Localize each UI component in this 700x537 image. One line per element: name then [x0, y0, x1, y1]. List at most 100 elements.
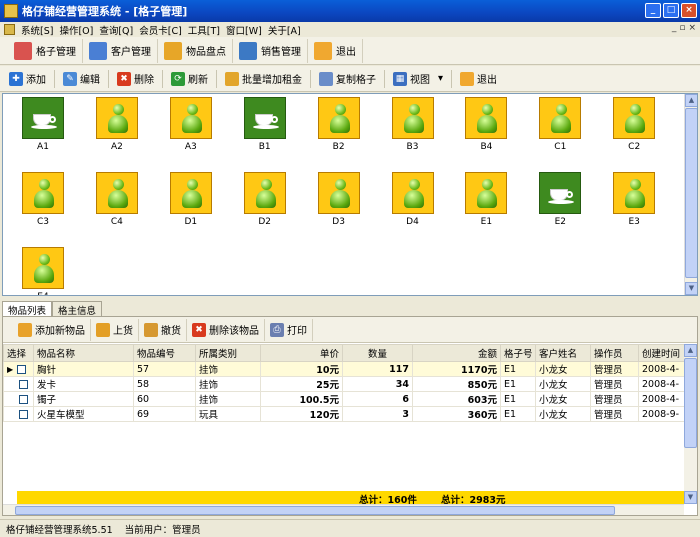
- slot-D3[interactable]: D3: [309, 172, 369, 234]
- column-header[interactable]: 数量: [342, 344, 413, 362]
- row-checkbox[interactable]: [19, 394, 28, 404]
- slot-B3[interactable]: B3: [383, 97, 443, 159]
- main-toolbar-button-3[interactable]: 销售管理: [233, 38, 308, 63]
- row-checkbox[interactable]: [17, 364, 27, 374]
- toolbar-label: 刷新: [188, 75, 208, 86]
- totals-row: 总计：160件 总计：2983元: [17, 491, 684, 506]
- item-toolbar-button-3[interactable]: ✖ 删除该物品: [187, 318, 265, 341]
- slot-C4[interactable]: C4: [87, 172, 147, 234]
- mdi-child-icon[interactable]: [4, 24, 15, 35]
- mdi-restore-button[interactable]: ▫: [679, 23, 685, 33]
- slot-B1[interactable]: B1: [235, 97, 295, 159]
- table-scroll-down[interactable]: ▼: [684, 491, 697, 504]
- column-header[interactable]: 格子号: [500, 344, 536, 362]
- table-scroll-thumb[interactable]: [684, 358, 697, 448]
- slot-A3[interactable]: A3: [161, 97, 221, 159]
- column-header[interactable]: 金额: [412, 344, 501, 362]
- main-toolbar-button-2[interactable]: 物品盘点: [158, 38, 233, 63]
- table-hscroll-thumb[interactable]: [15, 506, 615, 515]
- column-header[interactable]: 创建时间: [638, 344, 685, 362]
- toolbar-separator: [162, 69, 163, 88]
- table-cell: 挂饰: [195, 361, 261, 377]
- slot-C2[interactable]: C2: [604, 97, 664, 159]
- row-checkbox[interactable]: [19, 409, 28, 419]
- menu-item-2[interactable]: 查询[Q]: [96, 23, 136, 37]
- minimize-button[interactable]: _: [645, 3, 661, 18]
- table-row[interactable]: ▶ 胸针 57 挂饰 10元 117 1170元 E1 小龙女 管理员 2008-4-: [3, 361, 685, 377]
- slot-grid: ▲ ▼ A1 A2 A3 B1 B2 B3 B4 C1 C2 C3 C4 D1 D2 D3 D4 E1 E2 E3…: [2, 93, 698, 296]
- slot-C1[interactable]: C1: [530, 97, 590, 159]
- menu-item-0[interactable]: 系统[S]: [18, 23, 56, 37]
- column-header[interactable]: 单价: [260, 344, 343, 362]
- column-header[interactable]: 操作员: [590, 344, 639, 362]
- table-row[interactable]: 镯子 60 挂饰 100.5元 6 603元 E1 小龙女 管理员 2008-4-: [3, 391, 685, 407]
- column-header[interactable]: 选择: [3, 344, 34, 362]
- main-toolbar-button-0[interactable]: 格子管理: [8, 38, 83, 63]
- table-cell: 小龙女: [535, 391, 591, 407]
- close-button[interactable]: ×: [681, 3, 697, 18]
- mdi-minimize-button[interactable]: _: [672, 23, 677, 33]
- slot-A1[interactable]: A1: [13, 97, 73, 159]
- menu-item-5[interactable]: 窗口[W]: [223, 23, 265, 37]
- menu-item-6[interactable]: 关于[A]: [265, 23, 304, 37]
- slot-B4[interactable]: B4: [456, 97, 516, 159]
- grid-toolbar-button-0[interactable]: ✚ 添加: [4, 68, 51, 90]
- grid-icon: [14, 41, 32, 60]
- grid-toolbar-button-4[interactable]: 批量增加租金: [220, 68, 307, 90]
- view-dropdown-arrow[interactable]: ▾: [438, 73, 443, 84]
- item-toolbar-button-4[interactable]: ⎙ 打印: [265, 318, 313, 341]
- table-scroll-up[interactable]: ▲: [684, 344, 697, 357]
- tab-owner-info[interactable]: 格主信息: [52, 301, 103, 317]
- grid-toolbar-button-1[interactable]: ✎ 编辑: [58, 68, 105, 90]
- tab-item-list[interactable]: 物品列表: [2, 301, 53, 317]
- slot-label: B3: [406, 142, 419, 152]
- table-row[interactable]: 火星车模型 69 玩具 120元 3 360元 E1 小龙女 管理员 2008-9-: [3, 406, 685, 422]
- column-header[interactable]: 物品编号: [133, 344, 196, 362]
- menu-item-3[interactable]: 会员卡[C]: [136, 23, 185, 37]
- person-icon: [22, 172, 64, 214]
- slot-E3[interactable]: E3: [604, 172, 664, 234]
- grid-toolbar-button-5[interactable]: 复制格子: [314, 68, 381, 90]
- column-header[interactable]: 客户姓名: [535, 344, 591, 362]
- row-checkbox[interactable]: [19, 379, 28, 389]
- slot-grid-scrollbar[interactable]: ▲ ▼: [684, 94, 697, 295]
- slot-C3[interactable]: C3: [13, 172, 73, 234]
- menu-item-4[interactable]: 工具[T]: [185, 23, 223, 37]
- person-icon: [169, 172, 212, 214]
- main-toolbar-button-1[interactable]: 客户管理: [83, 38, 158, 63]
- toolbar-label: 打印: [287, 326, 307, 337]
- maximize-button[interactable]: □: [663, 3, 679, 18]
- coffee-cup-icon: [243, 97, 286, 139]
- grid-toolbar-button-3[interactable]: ⟳ 刷新: [166, 68, 213, 90]
- grid-toolbar-button-2[interactable]: ✖ 删除: [112, 68, 159, 90]
- slot-A2[interactable]: A2: [87, 97, 147, 159]
- scroll-thumb[interactable]: [685, 108, 697, 278]
- grid-toolbar-button-6[interactable]: ▦ 视图 ▾: [388, 68, 448, 90]
- toolbar-separator: [384, 69, 385, 88]
- grid-toolbar-button-7[interactable]: 退出: [455, 68, 502, 90]
- slot-E4[interactable]: E4: [13, 247, 73, 295]
- slot-E1[interactable]: E1: [456, 172, 516, 234]
- person-icon: [169, 97, 212, 139]
- slot-label: D3: [332, 217, 345, 227]
- item-toolbar-button-0[interactable]: 添加新物品: [13, 318, 91, 341]
- table-hscrollbar[interactable]: [3, 504, 684, 515]
- column-header[interactable]: 所属类别: [195, 344, 261, 362]
- table-scrollbar[interactable]: ▲ ▼: [684, 344, 697, 504]
- slot-D4[interactable]: D4: [383, 172, 443, 234]
- toolbar-label: 添加新物品: [35, 326, 85, 337]
- item-toolbar-button-2[interactable]: 撤货: [139, 318, 187, 341]
- scroll-up-arrow[interactable]: ▲: [685, 94, 697, 107]
- slot-D2[interactable]: D2: [235, 172, 295, 234]
- main-toolbar-button-4[interactable]: 退出: [308, 38, 363, 63]
- menu-item-1[interactable]: 操作[O]: [56, 23, 96, 37]
- slot-E2[interactable]: E2: [530, 172, 590, 234]
- scroll-down-arrow[interactable]: ▼: [685, 282, 697, 295]
- item-toolbar-button-1[interactable]: 上货: [91, 318, 139, 341]
- person-icon: [391, 172, 434, 214]
- mdi-close-button[interactable]: ×: [688, 23, 696, 33]
- column-header[interactable]: 物品名称: [33, 344, 134, 362]
- slot-B2[interactable]: B2: [309, 97, 369, 159]
- table-row[interactable]: 发卡 58 挂饰 25元 34 850元 E1 小龙女 管理员 2008-4-: [3, 376, 685, 392]
- slot-D1[interactable]: D1: [161, 172, 221, 234]
